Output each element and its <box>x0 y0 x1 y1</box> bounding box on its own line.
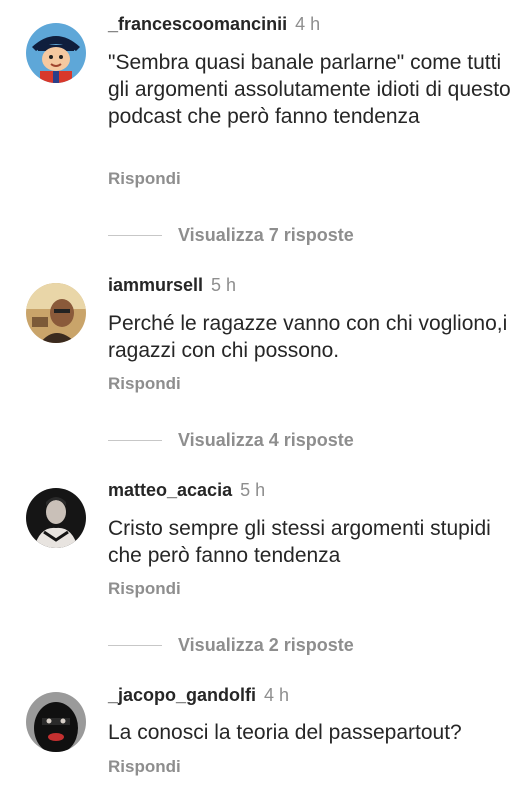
reply-button[interactable]: Rispondi <box>108 579 181 599</box>
timestamp: 5 h <box>211 275 237 295</box>
replies-divider <box>108 644 162 646</box>
view-replies-label: Visualizza 2 risposte <box>178 634 354 655</box>
photo-avatar-icon <box>26 488 86 548</box>
comment-text: Cristo sempre gli stessi argomenti stupi… <box>108 517 491 567</box>
username[interactable]: matteo_acacia <box>108 480 232 500</box>
masked-face-avatar-icon <box>26 692 86 752</box>
timestamp: 4 h <box>295 14 321 34</box>
avatar[interactable] <box>26 488 86 548</box>
view-replies-label: Visualizza 4 risposte <box>178 429 354 450</box>
view-replies-button[interactable]: Visualizza 2 risposte <box>108 634 354 656</box>
avatar[interactable] <box>26 283 86 343</box>
username[interactable]: _jacopo_gandolfi <box>108 685 256 705</box>
view-replies-button[interactable]: Visualizza 4 risposte <box>108 429 354 451</box>
comment-text: La conosci la teoria del passepartout? <box>108 721 462 744</box>
photo-avatar-icon <box>26 283 86 343</box>
username[interactable]: _francescoomancinii <box>108 14 287 34</box>
replies-divider <box>108 439 162 441</box>
view-replies-button[interactable]: Visualizza 7 risposte <box>108 224 354 246</box>
comment-meta: iammursell 5 h <box>108 274 236 296</box>
comment-meta: matteo_acacia 5 h <box>108 479 265 501</box>
view-replies-label: Visualizza 7 risposte <box>178 224 354 245</box>
reply-button[interactable]: Rispondi <box>108 169 181 189</box>
reply-button[interactable]: Rispondi <box>108 374 181 394</box>
avatar[interactable] <box>26 692 86 752</box>
reply-button[interactable]: Rispondi <box>108 757 181 777</box>
cartoon-character-avatar-icon <box>26 23 86 83</box>
comment-text: "Sembra quasi banale parlarne" come tutt… <box>108 51 511 128</box>
replies-divider <box>108 234 162 236</box>
avatar[interactable] <box>26 23 86 83</box>
comment-meta: _jacopo_gandolfi 4 h <box>108 684 289 706</box>
comment-text: Perché le ragazze vanno con chi vogliono… <box>108 312 508 362</box>
username[interactable]: iammursell <box>108 275 203 295</box>
timestamp: 5 h <box>240 480 266 500</box>
timestamp: 4 h <box>264 685 290 705</box>
comment-meta: _francescoomancinii 4 h <box>108 13 320 35</box>
